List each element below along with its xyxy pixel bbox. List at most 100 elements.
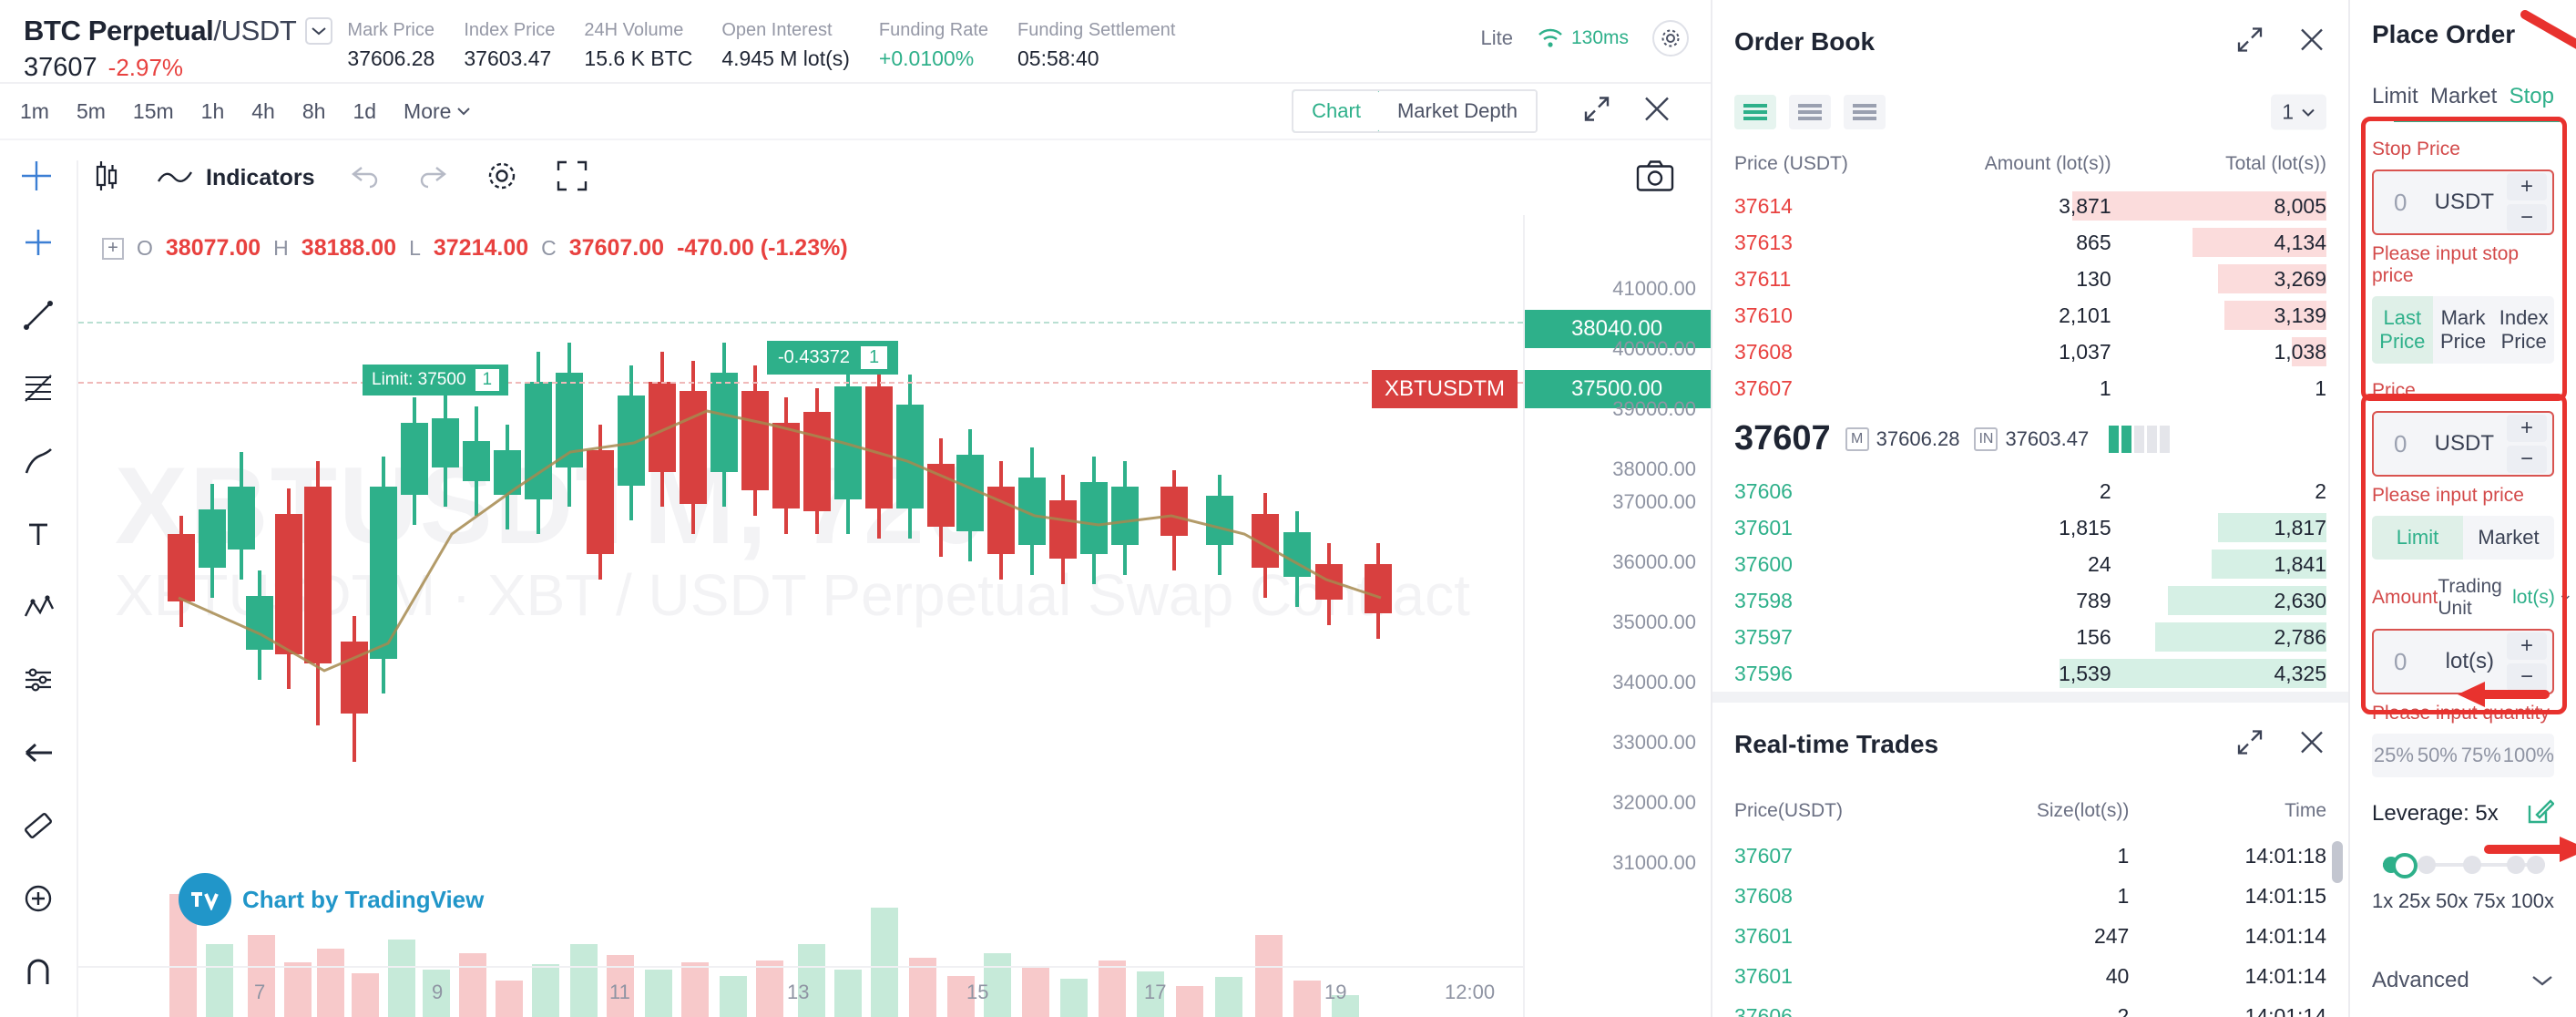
- table-row[interactable]: 37597 156 2,786: [1712, 619, 2348, 655]
- table-row[interactable]: 37600 24 1,841: [1712, 546, 2348, 582]
- place-order-panel: Place Order Limit Market Stop Stop Price…: [2350, 0, 2576, 1017]
- trades-scrollbar[interactable]: [2332, 841, 2343, 883]
- pattern-tool-icon[interactable]: [18, 589, 58, 625]
- price-increment-button[interactable]: +: [2507, 415, 2547, 442]
- interval-1h[interactable]: 1h: [201, 99, 225, 124]
- interval-5m[interactable]: 5m: [77, 99, 106, 124]
- trigger-last-price[interactable]: Last Price: [2372, 296, 2433, 364]
- exec-market[interactable]: Market: [2463, 516, 2554, 560]
- tradingview-credit[interactable]: Chart by TradingView: [179, 873, 484, 926]
- slider-knob[interactable]: [2392, 853, 2418, 878]
- candlestick-type-icon[interactable]: [89, 158, 122, 199]
- interval-15m[interactable]: 15m: [133, 99, 174, 124]
- price-tick: 31000.00: [1612, 851, 1696, 874]
- indicators-button[interactable]: Indicators: [157, 165, 314, 191]
- order-book-view-options: [1734, 95, 1886, 129]
- trades-list[interactable]: 37607 1 14:01:18 37608 1 14:01:15 37601 247 14…: [1712, 836, 2348, 1017]
- table-row[interactable]: 37614 3,871 8,005: [1712, 188, 2348, 224]
- table-row[interactable]: 37607 1 1: [1712, 370, 2348, 406]
- fib-retracement-icon[interactable]: [18, 370, 58, 406]
- percent-75[interactable]: 75%: [2459, 734, 2503, 777]
- interval-more[interactable]: More: [404, 99, 471, 124]
- price-input[interactable]: 0 USDT + −: [2372, 411, 2554, 477]
- fullscreen-icon[interactable]: [555, 159, 589, 198]
- price-decrement-button[interactable]: −: [2507, 446, 2547, 473]
- crosshair-tool-icon[interactable]: [18, 224, 58, 261]
- stop-price-decrement-button[interactable]: −: [2507, 204, 2547, 231]
- buy-sell-ratio-icon: [2109, 425, 2171, 453]
- ask-amount: 1,037: [2059, 339, 2111, 364]
- percent-25[interactable]: 25%: [2372, 734, 2416, 777]
- percent-50[interactable]: 50%: [2416, 734, 2459, 777]
- trades-close-icon[interactable]: [2297, 728, 2326, 762]
- table-row[interactable]: 37611 130 3,269: [1712, 261, 2348, 297]
- percent-100[interactable]: 100%: [2503, 734, 2554, 777]
- limit-order-tag[interactable]: Limit: 37500 1: [363, 365, 509, 396]
- leverage-slider[interactable]: [2372, 853, 2554, 878]
- amount-value: 0: [2394, 647, 2407, 675]
- slider-dot-75x[interactable]: [2507, 856, 2525, 874]
- interval-1m[interactable]: 1m: [20, 99, 49, 124]
- arrow-left-tool-icon[interactable]: [18, 734, 58, 771]
- trading-unit-select[interactable]: Trading Unit lot(s): [2438, 576, 2570, 620]
- redo-icon[interactable]: [416, 162, 449, 194]
- amount-increment-button[interactable]: +: [2507, 632, 2547, 660]
- trend-line-icon[interactable]: [18, 297, 58, 334]
- table-row[interactable]: 37598 789 2,630: [1712, 582, 2348, 619]
- slider-dot-100x[interactable]: [2527, 856, 2545, 874]
- table-row[interactable]: 37596 1,539 4,325: [1712, 655, 2348, 692]
- view-asks-icon[interactable]: [1844, 95, 1886, 129]
- tab-market-depth[interactable]: Market Depth: [1378, 91, 1536, 131]
- tab-chart[interactable]: Chart: [1293, 91, 1381, 131]
- price-axis[interactable]: 41000.00 40000.00 39000.00 38000.00 3700…: [1523, 215, 1711, 1017]
- settings-gear-icon[interactable]: [1652, 20, 1689, 56]
- trades-collapse-icon[interactable]: [2235, 728, 2264, 762]
- amount-error: Please input quantity: [2372, 703, 2550, 724]
- zoom-in-icon[interactable]: [18, 880, 58, 917]
- lite-mode-toggle[interactable]: Lite: [1480, 26, 1512, 50]
- table-row[interactable]: 37613 865 4,134: [1712, 224, 2348, 261]
- interval-8h[interactable]: 8h: [302, 99, 326, 124]
- magnet-icon[interactable]: [18, 953, 58, 990]
- exec-limit[interactable]: Limit: [2372, 516, 2463, 560]
- forecast-tool-icon[interactable]: [18, 662, 58, 698]
- text-tool-icon[interactable]: [18, 516, 58, 552]
- chevron-down-icon[interactable]: [305, 17, 333, 45]
- symbol-selector[interactable]: BTC Perpetual/USDT: [24, 15, 333, 47]
- trade-time: 14:01:18: [2244, 843, 2327, 868]
- order-book-collapse-icon[interactable]: [2235, 26, 2264, 59]
- stop-price-input[interactable]: 0 USDT + −: [2372, 170, 2554, 235]
- price-chart[interactable]: + O 38077.00 H 38188.00 L 37214.00 C 376…: [78, 215, 1711, 1017]
- table-row[interactable]: 37610 2,101 3,139: [1712, 297, 2348, 334]
- amount-decrement-button[interactable]: −: [2507, 663, 2547, 691]
- order-book-grouping-select[interactable]: 1: [2271, 94, 2326, 130]
- chart-close-icon[interactable]: [1641, 94, 1672, 129]
- brush-icon[interactable]: [18, 443, 58, 479]
- interval-4h[interactable]: 4h: [251, 99, 275, 124]
- amount-input[interactable]: 0 lot(s) + −: [2372, 629, 2554, 694]
- slider-dot-50x[interactable]: [2463, 856, 2481, 874]
- advanced-toggle[interactable]: Advanced: [2372, 968, 2554, 993]
- mark-price-value: 37606.28: [1876, 426, 1960, 450]
- time-tick: 17: [1144, 981, 1167, 1003]
- undo-icon[interactable]: [349, 162, 382, 194]
- leverage-edit-icon[interactable]: [2527, 797, 2555, 829]
- trigger-index-price[interactable]: Index Price: [2493, 296, 2554, 364]
- bid-total: 1,841: [2274, 551, 2326, 576]
- view-bids-icon[interactable]: [1789, 95, 1831, 129]
- order-book-close-icon[interactable]: [2297, 26, 2326, 59]
- view-both-icon[interactable]: [1734, 95, 1776, 129]
- table-row[interactable]: 37606 2 2: [1712, 473, 2348, 509]
- table-row[interactable]: 37608 1,037 1,038: [1712, 334, 2348, 370]
- stop-price-increment-button[interactable]: +: [2507, 173, 2547, 200]
- chart-collapse-icon[interactable]: [1581, 94, 1612, 129]
- ruler-icon[interactable]: [18, 807, 58, 844]
- time-axis[interactable]: 7 9 11 13 15 17 19 12:00: [78, 966, 1523, 1017]
- chart-settings-gear-icon[interactable]: [484, 158, 520, 199]
- position-pnl-tag[interactable]: -0.43372 1: [767, 341, 899, 375]
- trigger-mark-price[interactable]: Mark Price: [2433, 296, 2494, 364]
- table-row[interactable]: 37601 1,815 1,817: [1712, 509, 2348, 546]
- interval-1d[interactable]: 1d: [353, 99, 376, 124]
- camera-snapshot-icon[interactable]: [1636, 159, 1674, 197]
- slider-dot-25x[interactable]: [2418, 856, 2436, 874]
